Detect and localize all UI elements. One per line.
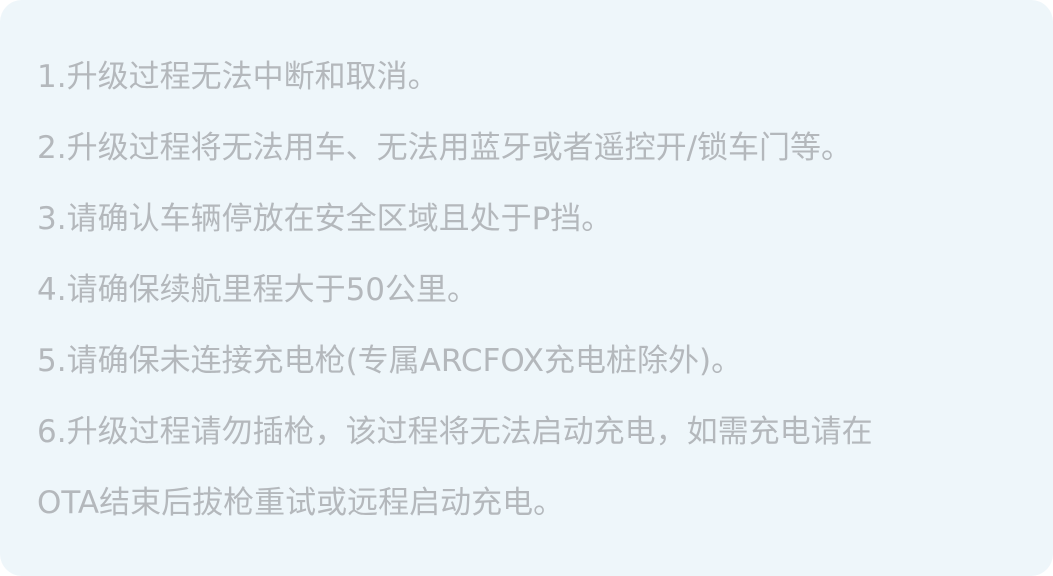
notice-line-6-continued: OTA结束后拔枪重试或远程启动充电。 bbox=[37, 485, 565, 521]
notice-line-6: 6.升级过程请勿插枪，该过程将无法启动充电，如需充电请在 bbox=[37, 414, 873, 450]
upgrade-notice-card: 1.升级过程无法中断和取消。 2.升级过程将无法用车、无法用蓝牙或者遥控开/锁车… bbox=[0, 0, 1053, 576]
notice-line-2: 2.升级过程将无法用车、无法用蓝牙或者遥控开/锁车门等。 bbox=[37, 130, 853, 166]
notice-line-3: 3.请确认车辆停放在安全区域且处于P挡。 bbox=[37, 201, 613, 237]
notice-line-1: 1.升级过程无法中断和取消。 bbox=[37, 59, 439, 95]
notice-line-5: 5.请确保未连接充电枪(专属ARCFOX充电桩除外)。 bbox=[37, 343, 743, 379]
upgrade-notice-list: 1.升级过程无法中断和取消。 2.升级过程将无法用车、无法用蓝牙或者遥控开/锁车… bbox=[37, 42, 1023, 539]
notice-line-4: 4.请确保续航里程大于50公里。 bbox=[37, 272, 479, 308]
